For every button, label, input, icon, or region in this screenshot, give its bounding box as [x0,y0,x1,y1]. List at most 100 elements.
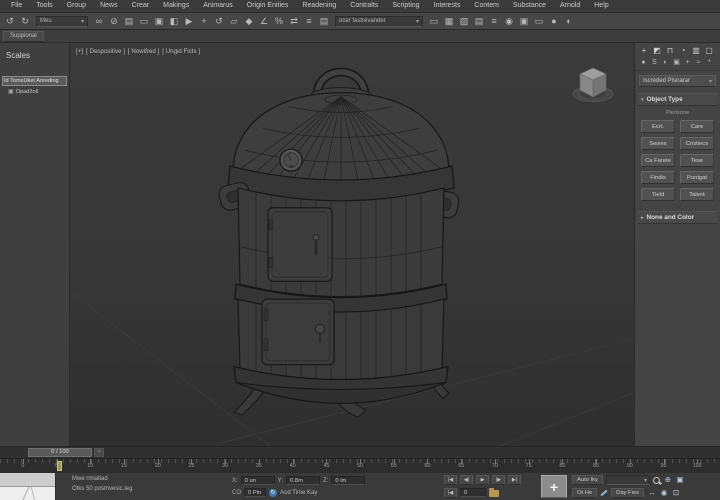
pan-icon[interactable]: ↔ [647,488,657,498]
menu-item[interactable]: Contralts [343,0,385,12]
snap-toggle-icon[interactable]: ◆ [242,15,256,28]
menu-item[interactable]: Origin Enities [240,0,296,12]
set-key-button[interactable]: Ot He [572,487,598,498]
object-type-rollout-header[interactable]: ▾ Object Type [638,93,717,106]
menu-item[interactable]: Arnold [553,0,587,12]
modify-tab-icon[interactable]: ◩ [652,46,662,56]
menu-item[interactable]: Contem [467,0,506,12]
layers-icon[interactable]: ▤ [317,15,331,28]
viewport-label[interactable]: [+] [76,48,83,55]
object-type-button[interactable]: Cristiecs [680,137,714,150]
y-coordinate-field[interactable]: 0.8m [286,476,321,485]
schematic-view-icon[interactable]: ▨ [457,15,471,28]
select-link-icon[interactable]: ∞ [92,15,106,28]
align-icon[interactable]: ≡ [302,15,316,28]
time-tag-icon[interactable]: ↻ [269,488,277,497]
menu-item[interactable]: Scripting [385,0,426,12]
add-time-tag[interactable]: Aod Time Kay [280,490,317,496]
smoker-model-wireframe[interactable] [70,43,634,446]
redo-icon[interactable]: ↻ [18,15,32,28]
lights-category-icon[interactable]: ◐ [661,58,670,67]
window-selection-icon[interactable]: ◧ [167,15,181,28]
menu-item[interactable]: Readening [295,0,343,12]
time-slider-handle[interactable]: 0 / 100 [28,448,92,457]
viewport-label[interactable]: [ Despositive ] [86,48,125,55]
zoom-icon[interactable]: ⊕ [663,475,673,485]
object-type-button[interactable]: Findis [641,171,675,184]
material-editor-icon[interactable]: ◉ [502,15,516,28]
mirror-icon[interactable]: ⇄ [287,15,301,28]
geometry-category-icon[interactable]: ● [639,58,648,67]
go-end-icon[interactable]: ▶| [508,475,521,486]
prev-frame-icon[interactable]: ◀| [460,475,473,486]
ribbon-tab-button[interactable]: Suppional [3,30,44,42]
move-icon[interactable]: + [197,15,211,28]
scene-item-selected[interactable]: Id TomsUket Anreding [2,76,67,86]
rendered-frame-icon[interactable]: ▭ [532,15,546,28]
menu-item[interactable]: Interests [427,0,468,12]
percent-snap-icon[interactable]: % [272,15,286,28]
set-keys-button[interactable]: + [541,475,567,498]
time-slider-track[interactable]: 0 / 100 › [0,446,720,458]
select-object-icon[interactable]: ▶ [182,15,196,28]
menu-item[interactable]: Animarus [196,0,240,12]
menu-item[interactable]: Crear [125,0,157,12]
key-selection-dropdown[interactable] [605,475,650,486]
object-type-button[interactable]: Swees [641,137,675,150]
current-frame-field[interactable]: 0 [460,488,486,498]
hierarchy-tab-icon[interactable]: ⊓ [665,46,675,56]
name-color-rollout-header[interactable]: ▸ None and Color [638,211,717,224]
render-setup-icon[interactable]: ▣ [517,15,531,28]
orbit-icon[interactable]: ◉ [659,488,669,498]
object-type-button[interactable]: Tese [680,154,714,167]
unlink-icon[interactable]: ⊘ [107,15,121,28]
autogrid-label[interactable]: Plerisone [635,110,720,116]
shapes-category-icon[interactable]: S [650,58,659,67]
object-type-button[interactable]: Talent [680,188,714,201]
viewport-label[interactable]: [ Ungid Ficts ] [162,48,200,55]
go-to-start-button[interactable]: |◀ [444,487,457,498]
next-frame-icon[interactable]: |▶ [492,475,505,486]
folder-icon[interactable] [489,488,499,498]
menu-item[interactable]: Makings [156,0,196,12]
object-type-button[interactable]: Ca Farete [641,154,675,167]
helpers-category-icon[interactable]: + [683,58,692,67]
x-coordinate-field[interactable]: 0 un [240,476,275,485]
go-start-icon[interactable]: |◀ [444,475,457,486]
crossing-selection-icon[interactable]: ▣ [152,15,166,28]
cameras-category-icon[interactable]: ▣ [672,58,681,67]
menu-item[interactable]: Help [587,0,615,12]
maxscript-mini-listener[interactable] [0,473,56,500]
checkbox-icon[interactable]: ▣ [8,88,14,95]
menu-item[interactable]: Substance [506,0,553,12]
object-type-button[interactable]: Puntgat [680,171,714,184]
next-frame-button[interactable]: › [94,448,104,457]
layer-explorer-icon[interactable]: ≡ [487,15,501,28]
scene-explorer-icon[interactable]: ▤ [472,15,486,28]
render-iterative-icon[interactable]: ◐ [562,15,576,28]
object-type-button[interactable]: Tield [641,188,675,201]
motion-tab-icon[interactable]: ◔ [678,46,688,56]
render-production-icon[interactable]: ● [547,15,561,28]
curve-editor-icon[interactable]: ▦ [442,15,456,28]
listener-script-line[interactable] [0,487,55,500]
object-type-button[interactable]: Ecrt. [641,120,675,133]
object-type-button[interactable]: Care [680,120,714,133]
magnifier-icon[interactable] [652,476,660,484]
scene-item[interactable]: ▣ Opad2oll [8,88,67,96]
menu-item[interactable]: News [93,0,125,12]
systems-category-icon[interactable]: * [705,58,714,67]
zoom-extents-icon[interactable]: ▣ [675,475,685,485]
scale-icon[interactable]: ▱ [227,15,241,28]
time-position-marker[interactable] [57,461,62,471]
track-bar[interactable]: 0510152025303540455055606570758085909510… [0,458,720,472]
undo-icon[interactable]: ↺ [3,15,17,28]
perspective-viewport[interactable]: [+][ Despositive ][ Nowifred ][ Ungid Fi… [70,43,634,446]
selection-filter-dropdown[interactable]: Meu [36,15,88,27]
primitives-dropdown[interactable]: Iscreded Pisnarar [639,75,716,87]
auto-key-button[interactable]: Auto Iky [572,475,603,486]
menu-item[interactable]: File [4,0,29,12]
menu-item[interactable]: Tools [29,0,59,12]
utilities-tab-icon[interactable]: ▢ [704,46,714,56]
toggle-ribbon-icon[interactable]: ▭ [427,15,441,28]
